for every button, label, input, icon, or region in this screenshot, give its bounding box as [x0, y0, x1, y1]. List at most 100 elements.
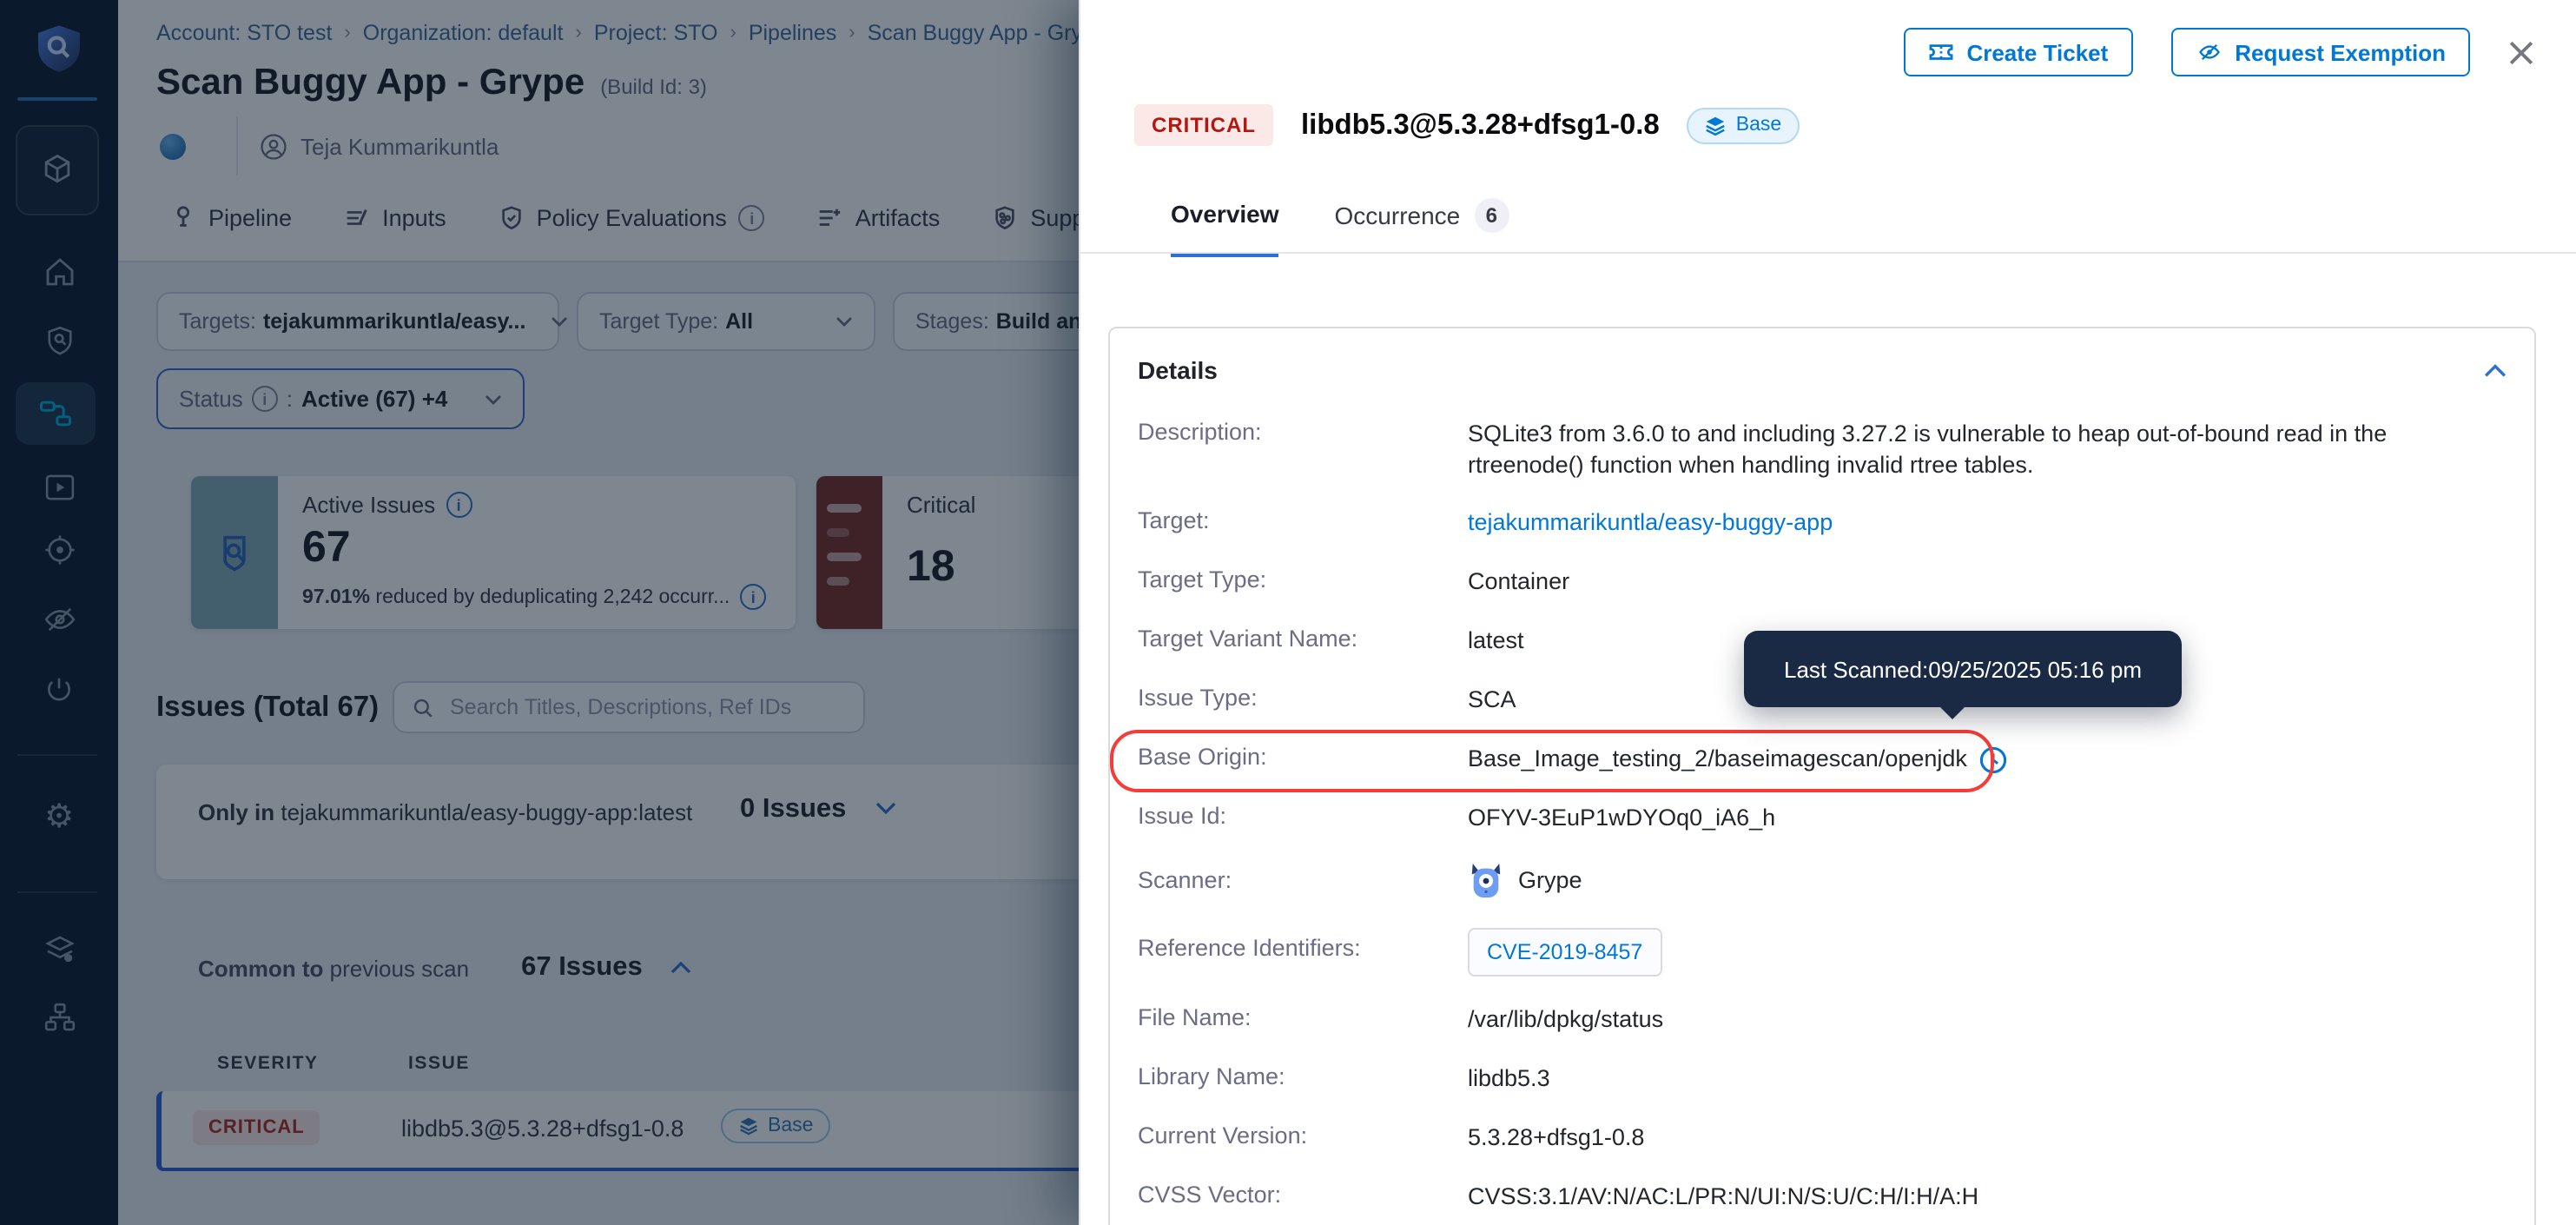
- tab-artifacts[interactable]: Artifacts: [817, 205, 941, 231]
- user-avatar-icon: [259, 131, 288, 161]
- base-tag-pill: Base: [1688, 107, 1799, 143]
- chevron-right-icon: ›: [849, 23, 855, 43]
- detail-row-library-name: Library Name: libdb5.3: [1138, 1063, 2507, 1095]
- issue-details-drawer: Create Ticket Request Exemption CRITICAL…: [1079, 0, 2576, 1225]
- sidebar-item-module[interactable]: [16, 125, 99, 215]
- module-cube-icon: [38, 151, 76, 189]
- sidebar-item-pipelines[interactable]: [16, 382, 96, 445]
- layers-icon: [738, 1116, 759, 1136]
- eye-slash-icon: [2195, 40, 2223, 64]
- sidebar-item-home[interactable]: [0, 240, 118, 302]
- eye-slash-icon: [41, 600, 77, 637]
- common-sublabel: previous scan: [323, 955, 469, 981]
- chevron-up-icon[interactable]: [670, 961, 691, 975]
- scan-shield-icon: [41, 322, 77, 359]
- targets-filter-dropdown[interactable]: Targets:tejakummarikuntla/easy...: [156, 292, 559, 351]
- layers-gear-icon: [41, 930, 77, 967]
- active-issues-card: Active Issues 67 97.01% reduced by dedup…: [191, 476, 796, 629]
- sidebar-item-targets[interactable]: [0, 518, 118, 580]
- chevron-down-icon: [811, 316, 853, 327]
- create-ticket-button[interactable]: Create Ticket: [1904, 28, 2132, 76]
- power-icon: [42, 672, 76, 707]
- tab-pipeline[interactable]: Pipeline: [170, 205, 292, 231]
- only-in-count: 0 Issues: [740, 794, 846, 825]
- info-icon: [739, 205, 765, 231]
- only-in-label: Only in: [198, 799, 274, 825]
- only-in-target: tejakummarikuntla/easy-buggy-app:latest: [274, 799, 692, 825]
- detail-row-current-version: Current Version: 5.3.28+dfsg1-0.8: [1138, 1122, 2507, 1154]
- home-icon: [41, 253, 77, 289]
- tab-overview[interactable]: Overview: [1171, 199, 1279, 256]
- detail-row-target: Target: tejakummarikuntla/easy-buggy-app: [1138, 507, 2507, 539]
- gear-icon: ⚙: [44, 800, 74, 833]
- severity-badge: CRITICAL: [193, 1110, 320, 1145]
- common-group-header: Common to previous scan 67 Issues: [198, 952, 691, 983]
- breadcrumb-project[interactable]: Project: STO: [594, 21, 718, 45]
- target-type-filter-dropdown[interactable]: Target Type:All: [577, 292, 875, 351]
- tab-inputs[interactable]: Inputs: [344, 205, 446, 231]
- dedup-note: reduced by deduplicating 2,242 occurr...: [370, 586, 730, 607]
- sidebar-logo-divider: [17, 97, 97, 101]
- sidebar-item-organizations[interactable]: [0, 985, 118, 1048]
- shield-search-icon: [212, 530, 257, 575]
- sidebar-divider: [17, 891, 97, 893]
- inputs-icon: [344, 205, 370, 231]
- tab-occurrence[interactable]: Occurrence 6: [1335, 198, 1509, 257]
- pipeline-pin-icon: [170, 205, 196, 231]
- detail-row-cvss-vector: CVSS Vector: CVSS:3.1/AV:N/AC:L/PR:N/UI:…: [1138, 1182, 2507, 1213]
- breadcrumb-account[interactable]: Account: STO test: [156, 21, 332, 45]
- security-scan-icon: [160, 133, 186, 159]
- org-tree-icon: [41, 998, 77, 1035]
- sidebar-divider: [17, 754, 97, 756]
- breadcrumb-pipelines[interactable]: Pipelines: [749, 21, 836, 45]
- pipeline-nav-tabs: Pipeline Inputs Policy Evaluations Artif…: [170, 205, 1102, 231]
- close-icon[interactable]: [2508, 39, 2534, 65]
- collapse-chevron-up-icon[interactable]: [2484, 362, 2507, 378]
- sidebar-item-exemptions[interactable]: [0, 587, 118, 650]
- issues-search: [393, 681, 865, 733]
- shield-check-icon: [499, 205, 525, 231]
- request-exemption-button[interactable]: Request Exemption: [2170, 28, 2470, 76]
- meta-divider: [236, 116, 238, 175]
- detail-row-description: Description: SQLite3 from 3.6.0 to and i…: [1138, 419, 2507, 481]
- layers-icon: [1705, 114, 1727, 136]
- detail-row-scanner: Scanner: Grype: [1138, 862, 2507, 900]
- breadcrumb-current[interactable]: Scan Buggy App - Gry: [868, 21, 1082, 45]
- sidebar-item-executions[interactable]: [0, 455, 118, 518]
- chevron-down-icon[interactable]: [875, 801, 896, 815]
- info-icon[interactable]: [740, 584, 766, 610]
- sidebar-item-scans[interactable]: [0, 309, 118, 372]
- trigger-user-name: Teja Kummarikuntla: [301, 133, 499, 159]
- detail-row-target-type: Target Type: Container: [1138, 566, 2507, 598]
- chevron-right-icon: ›: [575, 23, 581, 43]
- target-icon: [41, 531, 77, 567]
- chevron-down-icon: [525, 316, 567, 327]
- clock-icon[interactable]: [1979, 745, 2009, 774]
- active-issues-strip: [191, 476, 278, 629]
- info-icon[interactable]: [446, 492, 472, 518]
- chevron-right-icon: ›: [730, 23, 736, 43]
- sidebar-item-account-resources[interactable]: [0, 917, 118, 980]
- issue-title: libdb5.3@5.3.28+dfsg1-0.8: [1301, 109, 1660, 142]
- info-icon: [252, 386, 278, 412]
- sidebar-item-get-started[interactable]: [0, 659, 118, 721]
- search-input[interactable]: [446, 693, 846, 721]
- issues-heading: Issues (Total 67): [156, 692, 379, 725]
- detail-row-reference-identifiers: Reference Identifiers: CVE-2019-8457: [1138, 928, 2507, 977]
- occurrence-count-badge: 6: [1474, 198, 1509, 233]
- chevron-right-icon: ›: [344, 23, 350, 43]
- breadcrumb: Account: STO test › Organization: default…: [156, 21, 1082, 45]
- app-root: ⚙ Account: STO test › Organization: defau…: [0, 0, 2576, 1225]
- target-link[interactable]: tejakummarikuntla/easy-buggy-app: [1468, 507, 1833, 539]
- common-label: Common to: [198, 955, 323, 981]
- column-header-severity: SEVERITY: [217, 1053, 319, 1074]
- supply-chain-shield-icon: [992, 205, 1018, 231]
- cve-chip[interactable]: CVE-2019-8457: [1468, 928, 1661, 977]
- status-filter-dropdown[interactable]: Status Active (67) +4: [156, 368, 525, 429]
- base-tag-pill: Base: [721, 1109, 830, 1143]
- executions-icon: [41, 468, 77, 505]
- sidebar-item-settings[interactable]: ⚙: [0, 785, 118, 848]
- tab-policy-evaluations[interactable]: Policy Evaluations: [499, 205, 765, 231]
- breadcrumb-org[interactable]: Organization: default: [363, 21, 564, 45]
- issue-name: libdb5.3@5.3.28+dfsg1-0.8: [401, 1116, 684, 1142]
